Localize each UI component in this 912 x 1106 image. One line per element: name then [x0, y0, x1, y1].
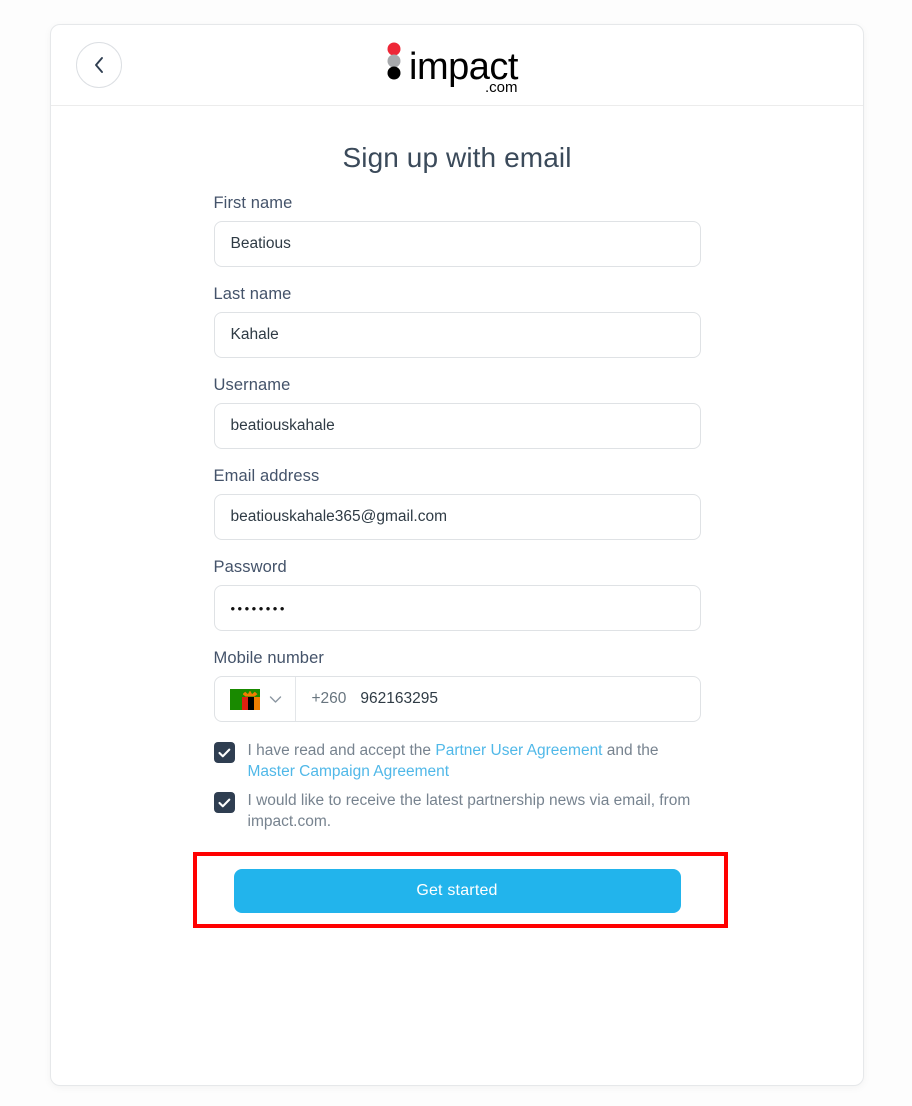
newsletter-consent-text: I would like to receive the latest partn…: [247, 792, 691, 830]
terms-consent-text: I have read and accept the Partner User …: [248, 740, 701, 782]
password-input[interactable]: [213, 585, 701, 631]
dial-code: +260: [311, 690, 347, 707]
form-area: Sign up with email First name Last name …: [51, 106, 863, 930]
zambia-flag-icon: [229, 688, 260, 710]
submit-area: Get started: [192, 852, 728, 930]
field-mobile-number: Mobile number +260 962163295: [213, 649, 701, 722]
mobile-number-input[interactable]: [360, 690, 684, 708]
back-button[interactable]: [76, 42, 122, 88]
country-select-button[interactable]: [215, 677, 296, 721]
svg-text:.com: .com: [485, 79, 518, 93]
master-campaign-agreement-link[interactable]: Master Campaign Agreement: [248, 763, 450, 780]
consent-row-terms: I have read and accept the Partner User …: [213, 740, 701, 782]
signup-page: impact .com Sign up with email First nam…: [0, 0, 912, 1106]
chevron-down-icon: [269, 692, 282, 707]
first-name-input[interactable]: [213, 221, 701, 267]
label-mobile-number: Mobile number: [213, 649, 324, 667]
email-address-input[interactable]: [213, 494, 701, 540]
chevron-left-icon: [93, 56, 105, 74]
label-email-address: Email address: [213, 467, 320, 485]
newsletter-checkbox[interactable]: [213, 792, 235, 813]
page-title: Sign up with email: [342, 142, 572, 173]
get-started-button[interactable]: Get started: [233, 869, 681, 913]
impact-logo: impact .com: [51, 41, 863, 96]
field-username: Username: [213, 376, 701, 449]
label-last-name: Last name: [213, 285, 292, 303]
label-first-name: First name: [213, 194, 293, 212]
field-first-name: First name: [213, 194, 701, 267]
phone-input-group: +260: [296, 677, 700, 721]
username-input[interactable]: [213, 403, 701, 449]
signup-form: First name Last name Username Email addr…: [192, 174, 728, 930]
phone-row: +260: [213, 676, 701, 722]
field-password: Password: [213, 558, 701, 631]
card-header: impact .com: [51, 25, 863, 106]
check-icon: [217, 748, 230, 757]
label-username: Username: [213, 376, 291, 394]
signup-card: impact .com Sign up with email First nam…: [50, 24, 864, 1086]
svg-text:impact: impact: [409, 46, 519, 88]
terms-checkbox[interactable]: [213, 742, 235, 763]
consent-list: I have read and accept the Partner User …: [213, 740, 701, 832]
consent-row-newsletter: I would like to receive the latest partn…: [213, 790, 701, 832]
field-email-address: Email address: [213, 467, 701, 540]
field-last-name: Last name: [213, 285, 701, 358]
label-password: Password: [213, 558, 287, 576]
terms-text-middle: and the: [602, 742, 659, 759]
terms-text-before: I have read and accept the: [247, 742, 436, 759]
last-name-input[interactable]: [213, 312, 701, 358]
check-icon: [217, 798, 230, 807]
partner-user-agreement-link[interactable]: Partner User Agreement: [435, 742, 602, 759]
